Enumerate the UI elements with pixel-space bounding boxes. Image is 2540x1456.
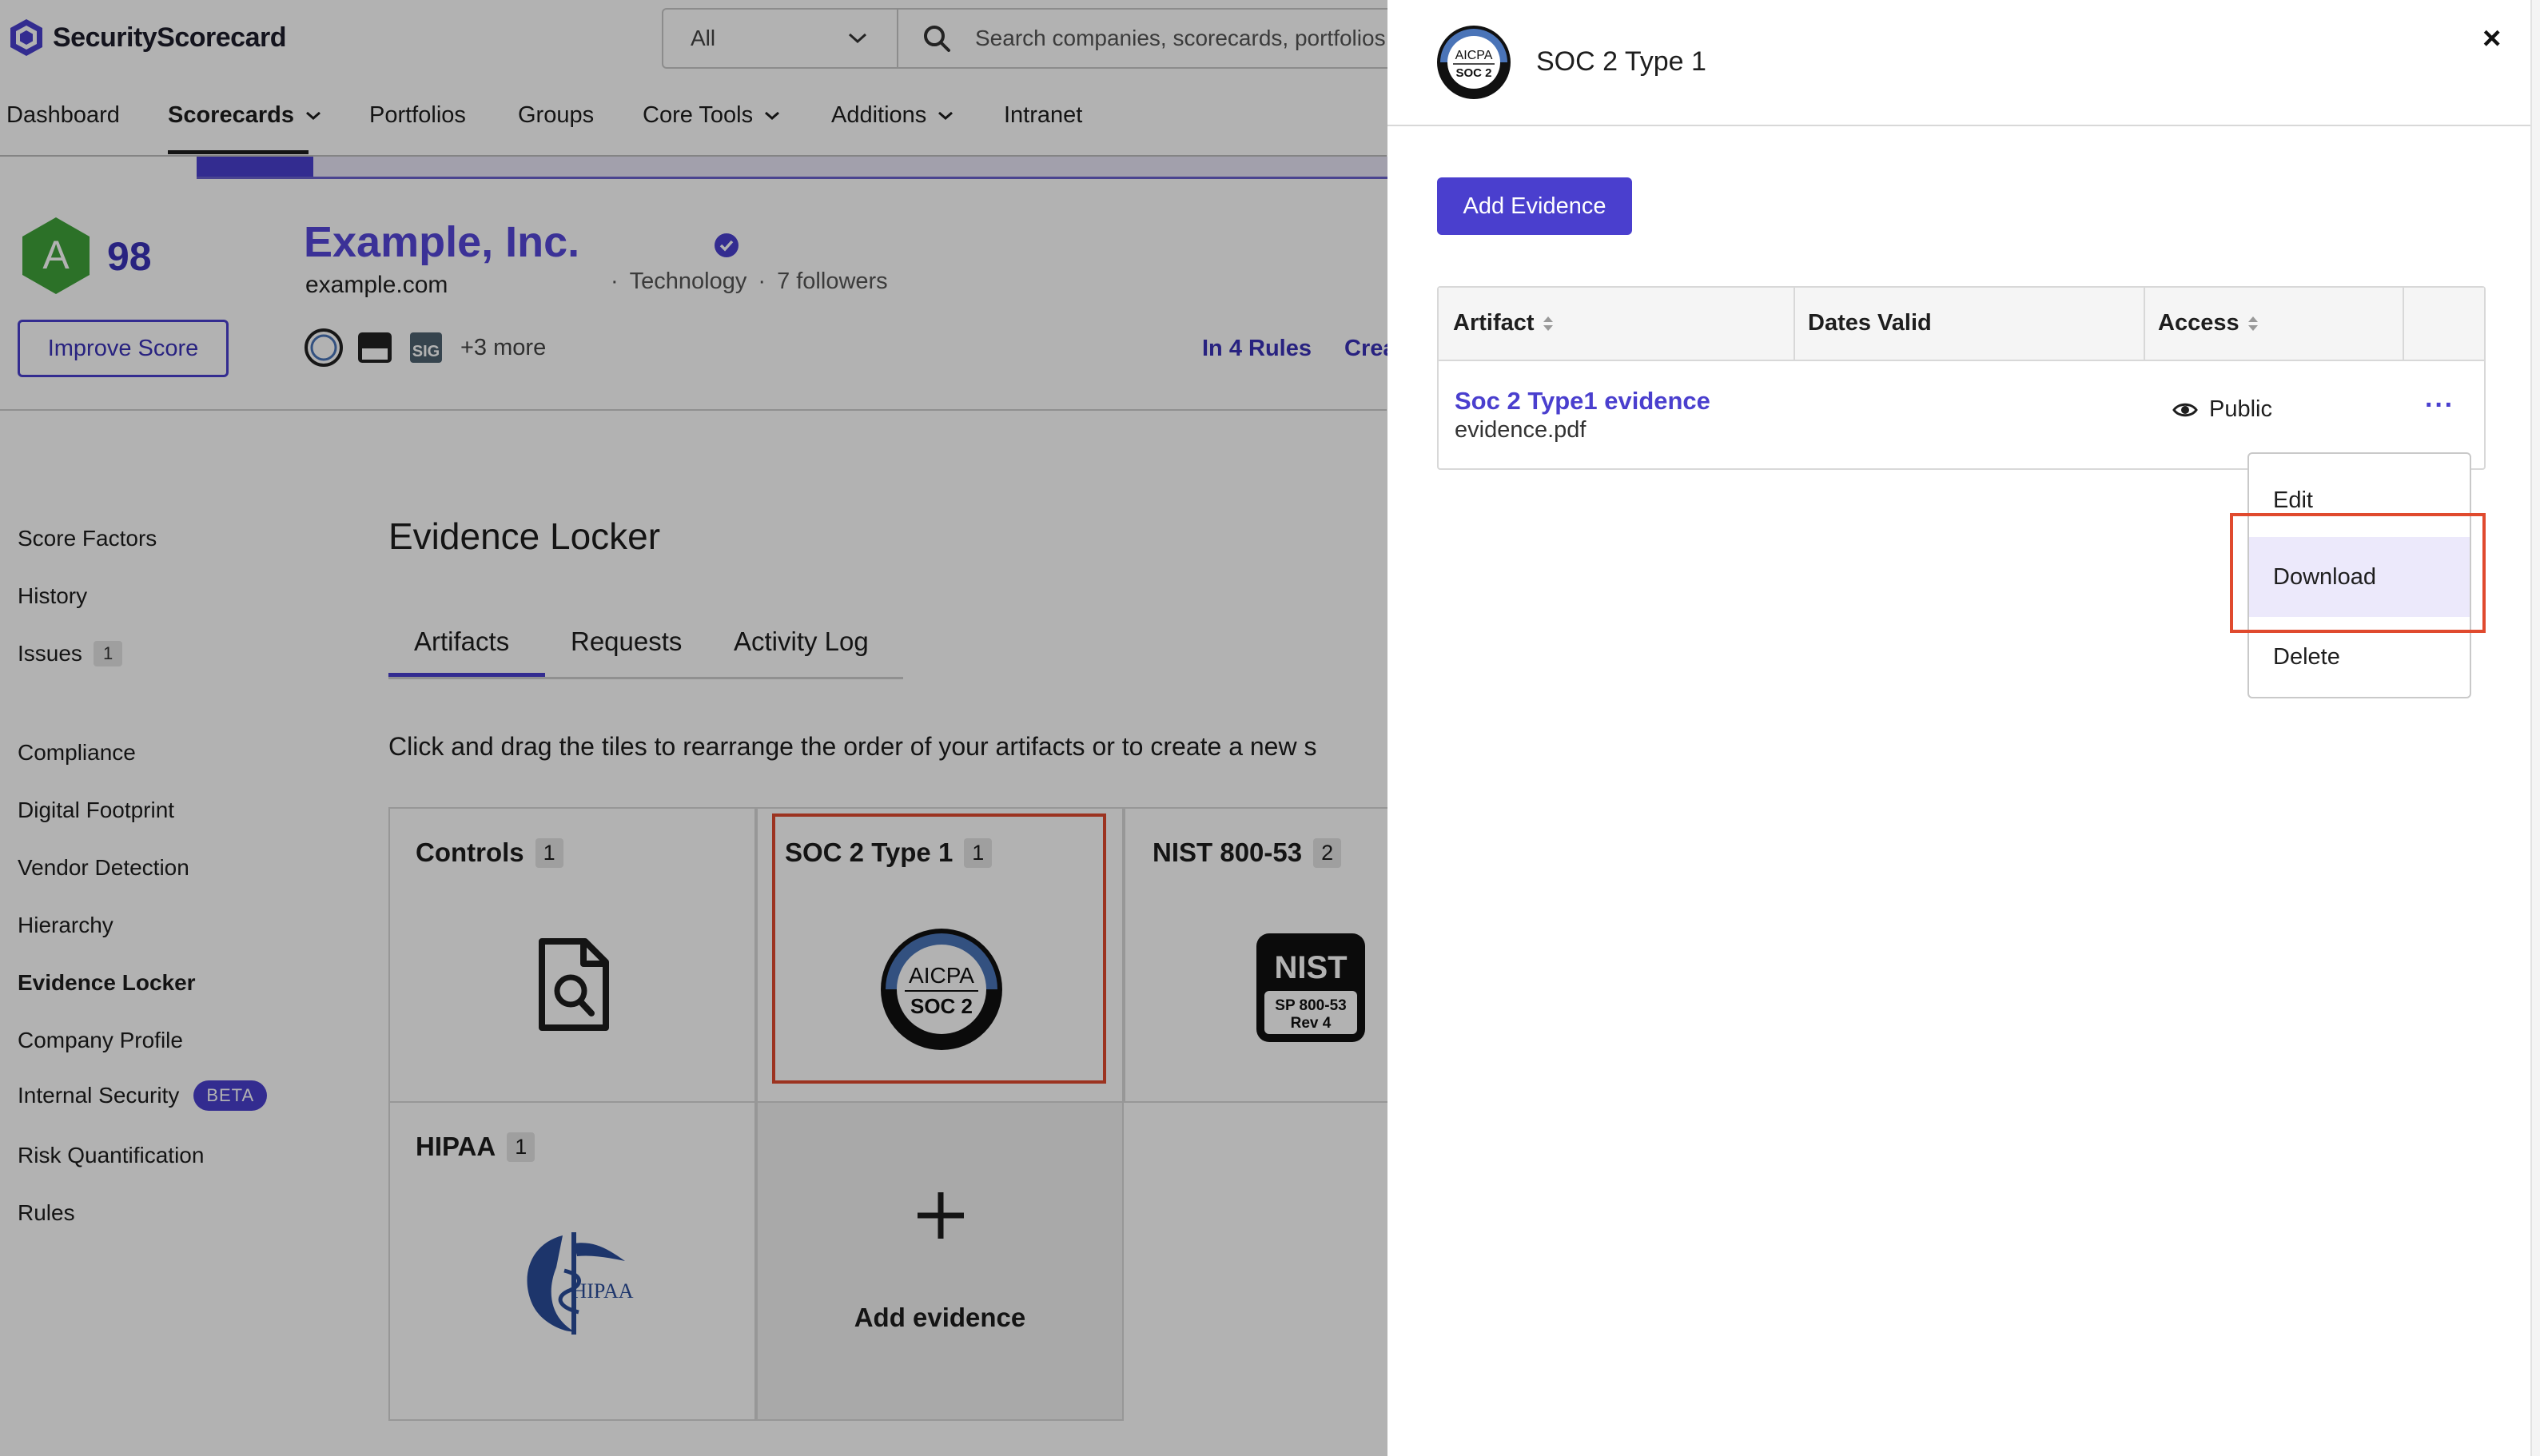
sort-icon	[2247, 316, 2258, 331]
artifact-title-link[interactable]: Soc 2 Type1 evidence	[1455, 387, 1710, 416]
column-label: Artifact	[1453, 310, 1535, 336]
evidence-drawer: AICPA SOC 2 SOC 2 Type 1 × Add Evidence …	[1387, 0, 2540, 1456]
column-divider	[2403, 288, 2404, 361]
aicpa-soc2-icon: AICPA SOC 2	[1437, 26, 1511, 99]
column-header-dates-valid: Dates Valid	[1808, 310, 1932, 336]
column-label: Dates Valid	[1808, 310, 1932, 336]
artifact-filename: evidence.pdf	[1455, 417, 1587, 443]
drawer-title: SOC 2 Type 1	[1536, 46, 1706, 77]
table-header: Artifact Dates Valid Access	[1439, 288, 2484, 361]
svg-text:SOC 2: SOC 2	[1455, 66, 1491, 80]
app-root: SecurityScorecard All Search companies, …	[0, 0, 2540, 1456]
add-evidence-button[interactable]: Add Evidence	[1437, 177, 1632, 235]
column-header-artifact[interactable]: Artifact	[1453, 310, 1554, 336]
modal-backdrop[interactable]	[0, 0, 1387, 1456]
column-divider	[1794, 288, 1795, 361]
drawer-header: AICPA SOC 2 SOC 2 Type 1 ×	[1387, 0, 2540, 126]
column-header-access[interactable]: Access	[2158, 310, 2259, 336]
download-highlight	[2230, 513, 2486, 633]
sort-icon	[1543, 316, 1553, 331]
evidence-table: Artifact Dates Valid Access Soc 2 Type1 …	[1437, 286, 2486, 470]
row-actions-more-icon[interactable]: ···	[2425, 390, 2454, 421]
access-value: Public	[2209, 396, 2272, 422]
column-label: Access	[2158, 310, 2239, 336]
eye-icon	[2172, 403, 2198, 416]
close-icon[interactable]: ×	[2482, 21, 2501, 57]
svg-text:AICPA: AICPA	[1455, 49, 1493, 62]
artifact-access: Public	[2172, 396, 2272, 423]
column-divider	[2144, 288, 2145, 361]
scrollbar[interactable]	[2530, 0, 2540, 1456]
